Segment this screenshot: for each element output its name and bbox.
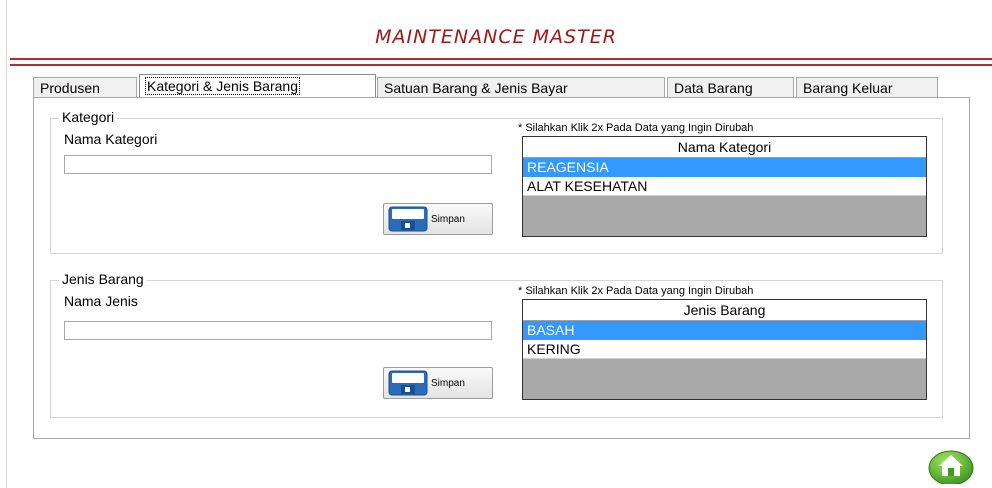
jenis-barang-group-title: Jenis Barang xyxy=(59,271,147,287)
tab-label: Satuan Barang & Jenis Bayar xyxy=(384,80,568,96)
jenis-edit-hint: * Silahkan Klik 2x Pada Data yang Ingin … xyxy=(518,285,754,297)
tab-kategori-jenis-barang[interactable]: Kategori & Jenis Barang xyxy=(139,74,376,98)
floppy-disk-icon xyxy=(388,370,428,396)
home-button[interactable] xyxy=(928,446,974,486)
grid-column-header[interactable]: Nama Kategori xyxy=(523,137,926,158)
tab-label: Produsen xyxy=(40,80,100,96)
jenis-barang-group: Jenis Barang Nama Jenis Simpan * Silahka… xyxy=(50,271,943,418)
jenis-save-button[interactable]: Simpan xyxy=(383,367,493,399)
title-divider-bottom xyxy=(10,64,992,66)
tab-panel-kategori-jenis-barang: Kategori Nama Kategori Simpan * Silahkan… xyxy=(33,97,970,439)
page-title: MAINTENANCE MASTER xyxy=(375,26,617,48)
floppy-disk-icon xyxy=(388,206,428,232)
save-button-label: Simpan xyxy=(431,213,465,225)
nama-jenis-input[interactable] xyxy=(64,321,492,340)
kategori-edit-hint: * Silahkan Klik 2x Pada Data yang Ingin … xyxy=(518,122,754,134)
tab-satuan-barang-jenis-bayar[interactable]: Satuan Barang & Jenis Bayar xyxy=(377,77,665,97)
nama-jenis-label: Nama Jenis xyxy=(64,293,138,309)
save-button-label: Simpan xyxy=(431,377,465,389)
kategori-group-title: Kategori xyxy=(59,109,118,125)
grid-row[interactable]: REAGENSIA xyxy=(523,158,926,177)
tab-data-barang[interactable]: Data Barang xyxy=(667,77,794,97)
title-divider-top xyxy=(10,58,992,60)
kategori-save-button[interactable]: Simpan xyxy=(383,203,493,235)
tab-label: Data Barang xyxy=(674,80,753,96)
tab-label: Kategori & Jenis Barang xyxy=(145,77,300,95)
grid-row[interactable]: BASAH xyxy=(523,321,926,340)
grid-row[interactable]: KERING xyxy=(523,340,926,359)
kategori-grid[interactable]: Nama Kategori REAGENSIA ALAT KESEHATAN xyxy=(522,136,927,237)
kategori-group: Kategori Nama Kategori Simpan * Silahkan… xyxy=(50,109,943,254)
nama-kategori-label: Nama Kategori xyxy=(64,131,158,147)
tab-barang-keluar[interactable]: Barang Keluar xyxy=(796,77,938,97)
grid-row[interactable]: ALAT KESEHATAN xyxy=(523,177,926,196)
grid-column-header[interactable]: Jenis Barang xyxy=(523,300,926,321)
jenis-barang-grid[interactable]: Jenis Barang BASAH KERING xyxy=(522,299,927,400)
tab-produsen[interactable]: Produsen xyxy=(33,77,137,97)
nama-kategori-input[interactable] xyxy=(64,155,492,174)
home-icon xyxy=(928,450,974,486)
tab-label: Barang Keluar xyxy=(803,80,893,96)
